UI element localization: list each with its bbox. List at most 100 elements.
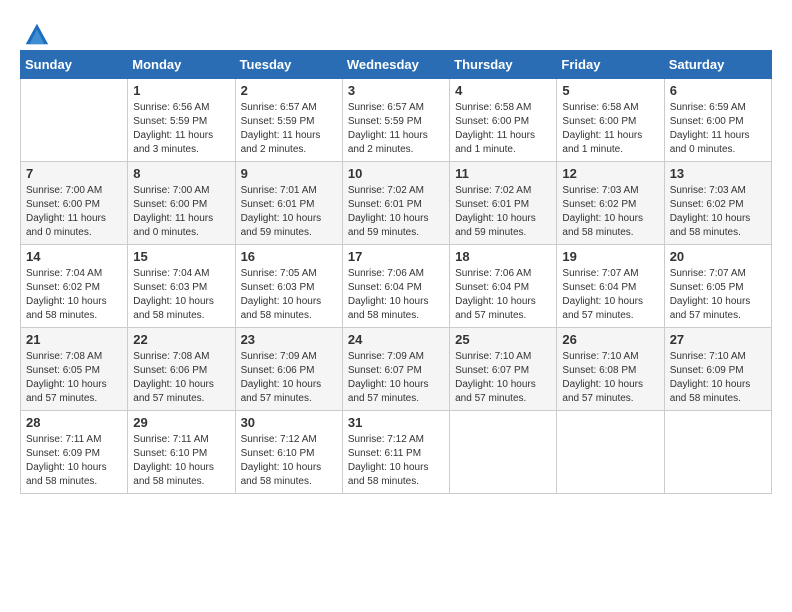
day-number: 19 — [562, 249, 658, 264]
day-number: 8 — [133, 166, 229, 181]
calendar-cell: 27Sunrise: 7:10 AM Sunset: 6:09 PM Dayli… — [664, 328, 771, 411]
calendar-week-4: 21 Sunrise: 7:08 AM Sunset: 6:05 PM Dayli… — [21, 328, 772, 411]
calendar-cell: 10 Sunrise: 7:02 AM Sunset: 6:01 PM Dayli… — [342, 162, 449, 245]
day-number: 16 — [241, 249, 337, 264]
day-number: 1 — [133, 83, 229, 98]
header-sunday: Sunday — [21, 51, 128, 79]
calendar-cell: 17 Sunrise: 7:06 AM Sunset: 6:04 PM Dayli… — [342, 245, 449, 328]
calendar-cell: 3Sunrise: 6:57 AM Sunset: 5:59 PM Daylig… — [342, 79, 449, 162]
header-wednesday: Wednesday — [342, 51, 449, 79]
calendar-week-1: 1 Sunrise: 6:56 AM Sunset: 5:59 PM Daylig… — [21, 79, 772, 162]
day-number: 22 — [133, 332, 229, 347]
day-info: Sunrise: 7:08 AM Sunset: 6:06 PM Dayligh… — [133, 350, 229, 406]
header-friday: Friday — [557, 51, 664, 79]
day-number: 20 — [670, 249, 766, 264]
day-number: 2 — [241, 83, 337, 98]
calendar-cell: 26 Sunrise: 7:10 AM Sunset: 6:08 PM Dayli… — [557, 328, 664, 411]
calendar-cell: 23 Sunrise: 7:09 AM Sunset: 6:06 PM Dayli… — [235, 328, 342, 411]
calendar-cell: 8 Sunrise: 7:00 AM Sunset: 6:00 PM Daylig… — [128, 162, 235, 245]
calendar-cell: 11 Sunrise: 7:02 AM Sunset: 6:01 PM Dayli… — [450, 162, 557, 245]
day-info: Sunrise: 7:08 AM Sunset: 6:05 PM Dayligh… — [26, 350, 122, 406]
day-info: Sunrise: 7:12 AM Sunset: 6:11 PM Dayligh… — [348, 433, 444, 489]
day-info: Sunrise: 7:07 AM Sunset: 6:05 PM Dayligh… — [670, 267, 766, 323]
calendar-cell: 18 Sunrise: 7:06 AM Sunset: 6:04 PM Dayli… — [450, 245, 557, 328]
calendar-cell: 16 Sunrise: 7:05 AM Sunset: 6:03 PM Dayli… — [235, 245, 342, 328]
day-number: 28 — [26, 415, 122, 430]
day-number: 30 — [241, 415, 337, 430]
day-info: Sunrise: 7:10 AM Sunset: 6:08 PM Dayligh… — [562, 350, 658, 406]
calendar-cell: 4 Sunrise: 6:58 AM Sunset: 6:00 PM Daylig… — [450, 79, 557, 162]
calendar-week-3: 14 Sunrise: 7:04 AM Sunset: 6:02 PM Dayli… — [21, 245, 772, 328]
calendar-cell: 19 Sunrise: 7:07 AM Sunset: 6:04 PM Dayli… — [557, 245, 664, 328]
day-info: Sunrise: 7:00 AM Sunset: 6:00 PM Dayligh… — [133, 184, 229, 240]
day-number: 11 — [455, 166, 551, 181]
calendar-cell: 24 Sunrise: 7:09 AM Sunset: 6:07 PM Dayli… — [342, 328, 449, 411]
day-info: Sunrise: 7:09 AM Sunset: 6:07 PM Dayligh… — [348, 350, 444, 406]
header-saturday: Saturday — [664, 51, 771, 79]
calendar-cell: 30 Sunrise: 7:12 AM Sunset: 6:10 PM Dayli… — [235, 411, 342, 494]
calendar-header-row: SundayMondayTuesdayWednesdayThursdayFrid… — [21, 51, 772, 79]
day-info: Sunrise: 7:07 AM Sunset: 6:04 PM Dayligh… — [562, 267, 658, 323]
header-tuesday: Tuesday — [235, 51, 342, 79]
day-info: Sunrise: 6:57 AM Sunset: 5:59 PM Dayligh… — [241, 101, 337, 157]
day-number: 17 — [348, 249, 444, 264]
day-info: Sunrise: 7:03 AM Sunset: 6:02 PM Dayligh… — [562, 184, 658, 240]
day-info: Sunrise: 7:00 AM Sunset: 6:00 PM Dayligh… — [26, 184, 122, 240]
day-info: Sunrise: 7:11 AM Sunset: 6:09 PM Dayligh… — [26, 433, 122, 489]
day-info: Sunrise: 7:06 AM Sunset: 6:04 PM Dayligh… — [348, 267, 444, 323]
day-info: Sunrise: 7:10 AM Sunset: 6:07 PM Dayligh… — [455, 350, 551, 406]
day-number: 6 — [670, 83, 766, 98]
day-info: Sunrise: 6:58 AM Sunset: 6:00 PM Dayligh… — [455, 101, 551, 157]
day-info: Sunrise: 6:56 AM Sunset: 5:59 PM Dayligh… — [133, 101, 229, 157]
calendar-cell: 22 Sunrise: 7:08 AM Sunset: 6:06 PM Dayli… — [128, 328, 235, 411]
day-number: 23 — [241, 332, 337, 347]
day-info: Sunrise: 7:01 AM Sunset: 6:01 PM Dayligh… — [241, 184, 337, 240]
calendar-cell — [664, 411, 771, 494]
header-monday: Monday — [128, 51, 235, 79]
day-number: 5 — [562, 83, 658, 98]
calendar-cell: 5 Sunrise: 6:58 AM Sunset: 6:00 PM Daylig… — [557, 79, 664, 162]
day-number: 27 — [670, 332, 766, 347]
day-number: 29 — [133, 415, 229, 430]
day-number: 18 — [455, 249, 551, 264]
day-number: 3 — [348, 83, 444, 98]
calendar-cell: 28 Sunrise: 7:11 AM Sunset: 6:09 PM Dayli… — [21, 411, 128, 494]
calendar: SundayMondayTuesdayWednesdayThursdayFrid… — [20, 50, 772, 494]
day-info: Sunrise: 7:05 AM Sunset: 6:03 PM Dayligh… — [241, 267, 337, 323]
day-info: Sunrise: 7:06 AM Sunset: 6:04 PM Dayligh… — [455, 267, 551, 323]
day-number: 4 — [455, 83, 551, 98]
day-number: 7 — [26, 166, 122, 181]
calendar-cell: 7 Sunrise: 7:00 AM Sunset: 6:00 PM Daylig… — [21, 162, 128, 245]
calendar-cell: 6Sunrise: 6:59 AM Sunset: 6:00 PM Daylig… — [664, 79, 771, 162]
calendar-cell — [21, 79, 128, 162]
day-number: 24 — [348, 332, 444, 347]
day-number: 12 — [562, 166, 658, 181]
calendar-cell — [557, 411, 664, 494]
calendar-cell: 15 Sunrise: 7:04 AM Sunset: 6:03 PM Dayli… — [128, 245, 235, 328]
day-info: Sunrise: 6:58 AM Sunset: 6:00 PM Dayligh… — [562, 101, 658, 157]
day-number: 13 — [670, 166, 766, 181]
logo — [20, 20, 50, 40]
logo-icon — [22, 20, 50, 48]
day-number: 10 — [348, 166, 444, 181]
calendar-cell: 31Sunrise: 7:12 AM Sunset: 6:11 PM Dayli… — [342, 411, 449, 494]
day-number: 26 — [562, 332, 658, 347]
day-number: 15 — [133, 249, 229, 264]
day-number: 14 — [26, 249, 122, 264]
day-number: 21 — [26, 332, 122, 347]
calendar-cell: 21 Sunrise: 7:08 AM Sunset: 6:05 PM Dayli… — [21, 328, 128, 411]
day-info: Sunrise: 7:09 AM Sunset: 6:06 PM Dayligh… — [241, 350, 337, 406]
day-info: Sunrise: 7:02 AM Sunset: 6:01 PM Dayligh… — [455, 184, 551, 240]
calendar-cell: 9Sunrise: 7:01 AM Sunset: 6:01 PM Daylig… — [235, 162, 342, 245]
day-info: Sunrise: 7:04 AM Sunset: 6:02 PM Dayligh… — [26, 267, 122, 323]
day-info: Sunrise: 7:04 AM Sunset: 6:03 PM Dayligh… — [133, 267, 229, 323]
day-info: Sunrise: 7:11 AM Sunset: 6:10 PM Dayligh… — [133, 433, 229, 489]
day-info: Sunrise: 7:12 AM Sunset: 6:10 PM Dayligh… — [241, 433, 337, 489]
day-info: Sunrise: 7:02 AM Sunset: 6:01 PM Dayligh… — [348, 184, 444, 240]
calendar-cell: 29 Sunrise: 7:11 AM Sunset: 6:10 PM Dayli… — [128, 411, 235, 494]
day-info: Sunrise: 7:03 AM Sunset: 6:02 PM Dayligh… — [670, 184, 766, 240]
calendar-cell: 2 Sunrise: 6:57 AM Sunset: 5:59 PM Daylig… — [235, 79, 342, 162]
calendar-cell — [450, 411, 557, 494]
day-number: 25 — [455, 332, 551, 347]
calendar-cell: 25 Sunrise: 7:10 AM Sunset: 6:07 PM Dayli… — [450, 328, 557, 411]
